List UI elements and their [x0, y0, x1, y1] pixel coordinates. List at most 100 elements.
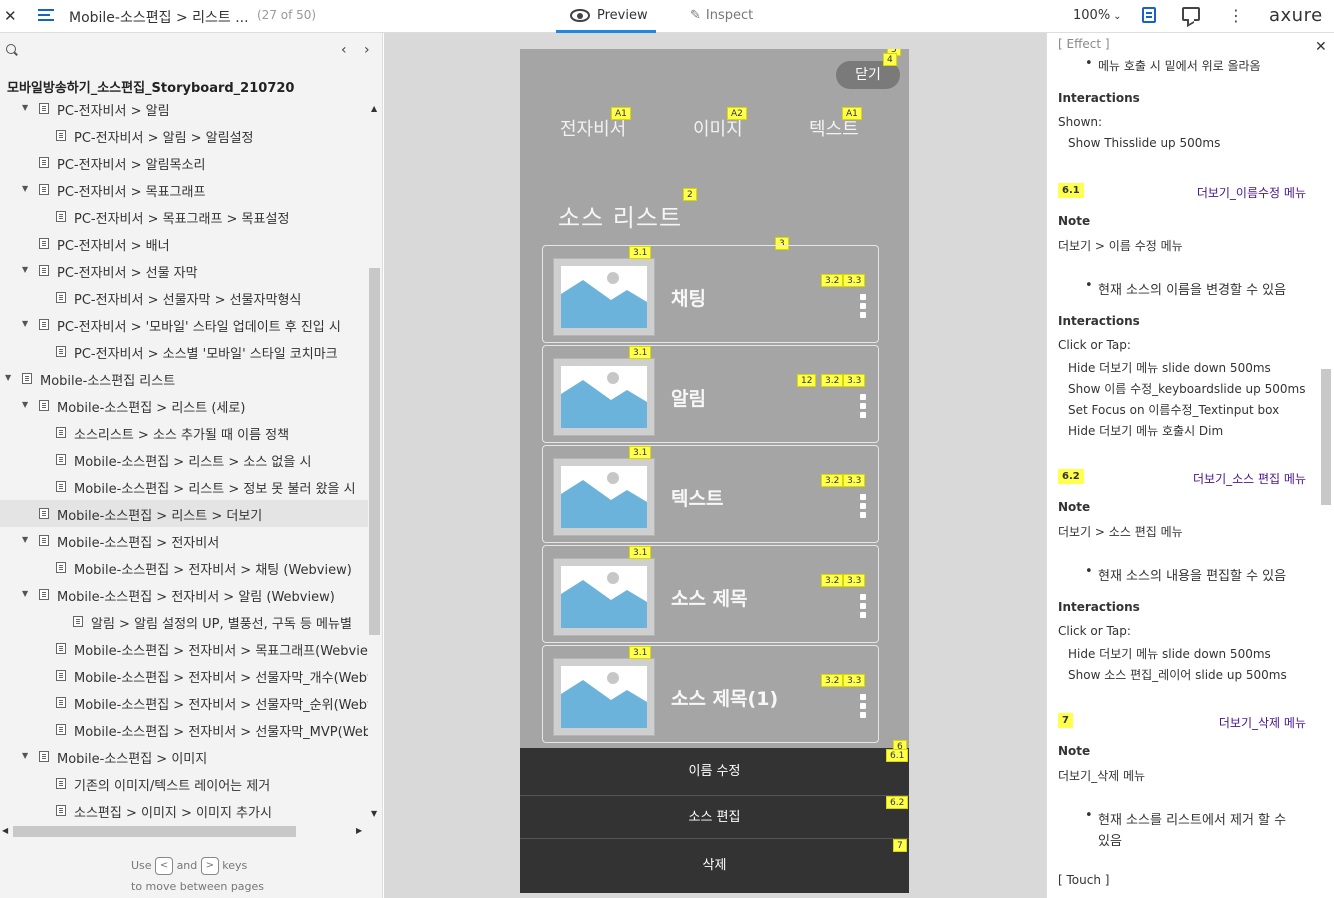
tree-item-label: PC-전자비서 > 목표그래프 > 목표설정: [74, 212, 290, 227]
scroll-right-icon[interactable]: ▶: [356, 826, 362, 835]
vertical-scrollbar[interactable]: [369, 268, 380, 635]
tree-item[interactable]: Mobile-소스편집 > 전자비서 > 선물자막_순위(Webview): [0, 689, 368, 716]
annotation-tag: 2: [683, 188, 697, 201]
tree-item[interactable]: 소스리스트 > 소스 추가될 때 이름 정책: [0, 419, 368, 446]
previous-page-icon[interactable]: ‹: [341, 42, 347, 58]
rename-menu-item[interactable]: 이름 수정: [520, 748, 909, 796]
interaction-action: Hide 더보기 메뉴 호출시 Dim: [1068, 424, 1224, 438]
tree-item-label: PC-전자비서 > '모바일' 스타일 업데이트 후 진입 시: [57, 320, 341, 335]
tree-item-label: Mobile-소스편집 > 전자비서 > 선물자막_MVP(Webview): [74, 725, 368, 740]
annotation-tag: 3.1: [629, 246, 652, 259]
note-heading: Note: [1058, 500, 1091, 514]
scroll-left-icon[interactable]: ◀: [2, 826, 8, 835]
annotation-tag: 3.1: [629, 346, 652, 359]
close-notes-icon[interactable]: ✕: [1315, 39, 1327, 55]
horizontal-scrollbar[interactable]: [13, 826, 296, 837]
list-title: 소스 리스트: [558, 204, 683, 232]
tree-item[interactable]: 기존의 이미지/텍스트 레이어는 제거: [0, 770, 368, 797]
tree-item[interactable]: ▼ PC-전자비서 > 선물 자막: [0, 257, 368, 284]
more-icon[interactable]: [860, 494, 867, 518]
zoom-dropdown[interactable]: 100% ⌄: [1073, 8, 1122, 23]
annotation-tag: 7: [1058, 713, 1073, 728]
interaction-action: Show 소스 편집_레이어 slide up 500ms: [1068, 668, 1287, 682]
expand-arrow-icon[interactable]: ▼: [22, 589, 28, 598]
tree-item-label: Mobile-소스편집 > 전자비서: [57, 536, 220, 551]
tree-item-label: Mobile-소스편집 > 리스트 > 더보기: [57, 509, 263, 524]
expand-arrow-icon[interactable]: ▼: [22, 400, 28, 409]
more-icon[interactable]: [860, 594, 867, 618]
more-icon[interactable]: [860, 294, 867, 318]
notes-icon[interactable]: [1142, 7, 1156, 23]
tree-item[interactable]: PC-전자비서 > 알림목소리: [0, 149, 368, 176]
interaction-action: Hide 더보기 메뉴 slide down 500ms: [1068, 647, 1271, 661]
widget-name: 더보기_삭제 메뉴: [1218, 716, 1306, 730]
page-icon: [56, 292, 66, 303]
prototype-canvas: 닫기 5 4 전자비서 이미지 텍스트 A1 A2 A1 소스 리스트 2 3 …: [384, 33, 1046, 898]
tree-item[interactable]: Mobile-소스편집 > 리스트 > 더보기: [0, 500, 368, 527]
comment-icon[interactable]: [1182, 7, 1200, 21]
source-card[interactable]: 소스 제목(1) 3.1 3.2 3.3: [542, 645, 879, 743]
top-bar: ✕ Mobile-소스편집 > 리스트 ... (27 of 50) Previ…: [0, 0, 1334, 33]
inspect-tab[interactable]: ✎ Inspect: [690, 8, 753, 23]
preview-tab[interactable]: Preview: [556, 0, 656, 33]
source-card[interactable]: 알림 3.1 3.2 3.3 12: [542, 345, 879, 443]
more-icon[interactable]: [860, 394, 867, 418]
close-icon[interactable]: ✕: [4, 7, 17, 25]
tree-item[interactable]: PC-전자비서 > 배너: [0, 230, 368, 257]
page-icon: [56, 562, 66, 573]
card-title: 소스 제목(1): [671, 688, 779, 710]
scroll-down-icon[interactable]: ▼: [371, 809, 377, 818]
page-icon: [39, 157, 49, 168]
expand-arrow-icon[interactable]: ▼: [22, 535, 28, 544]
annotation-tag: 7: [893, 839, 907, 852]
search-icon[interactable]: [6, 44, 16, 54]
expand-arrow-icon[interactable]: ▼: [22, 751, 28, 760]
tree-item[interactable]: Mobile-소스편집 > 리스트 > 정보 못 불러 왔을 시: [0, 473, 368, 500]
tree-item[interactable]: Mobile-소스편집 > 전자비서 > 목표그래프(Webview): [0, 635, 368, 662]
tree-item[interactable]: Mobile-소스편집 > 전자비서 > 채팅 (Webview): [0, 554, 368, 581]
tree-item[interactable]: ▼ PC-전자비서 > '모바일' 스타일 업데이트 후 진입 시: [0, 311, 368, 338]
tree-item[interactable]: PC-전자비서 > 선물자막 > 선물자막형식: [0, 284, 368, 311]
tree-item[interactable]: ▼ Mobile-소스편집 > 전자비서: [0, 527, 368, 554]
zoom-value: 100%: [1073, 8, 1111, 23]
tree-item[interactable]: PC-전자비서 > 알림 > 알림설정: [0, 122, 368, 149]
tree-item[interactable]: ▼ Mobile-소스편집 > 전자비서 > 알림 (Webview): [0, 581, 368, 608]
tree-item[interactable]: ▼ PC-전자비서 > 알림: [0, 95, 368, 122]
notes-scrollbar[interactable]: [1321, 369, 1331, 505]
more-options-icon[interactable]: ⋮: [1228, 6, 1244, 25]
more-icon[interactable]: [860, 694, 867, 718]
tree-item[interactable]: PC-전자비서 > 소스별 '모바일' 스타일 코치마크: [0, 338, 368, 365]
shown-label: Shown:: [1058, 115, 1103, 129]
effect-bullet: 메뉴 호출 시 밑에서 위로 올라옴: [1098, 59, 1261, 73]
tree-item[interactable]: Mobile-소스편집 > 전자비서 > 선물자막_MVP(Webview): [0, 716, 368, 743]
edit-source-menu-item[interactable]: 소스 편집: [520, 796, 909, 839]
tree-item[interactable]: Mobile-소스편집 > 전자비서 > 선물자막_개수(Webview): [0, 662, 368, 689]
eye-icon: [570, 9, 590, 22]
interactions-heading: Interactions: [1058, 314, 1140, 328]
hamburger-menu-icon[interactable]: [38, 9, 54, 22]
tree-item[interactable]: ▼ PC-전자비서 > 목표그래프: [0, 176, 368, 203]
next-page-icon[interactable]: ›: [364, 42, 370, 58]
tree-item[interactable]: Mobile-소스편집 > 리스트 > 소스 없을 시: [0, 446, 368, 473]
page-icon: [39, 400, 49, 411]
tree-item[interactable]: 알림 > 알림 설정의 UP, 별풍선, 구독 등 메뉴별: [0, 608, 368, 635]
expand-arrow-icon[interactable]: ▼: [22, 103, 28, 112]
source-card[interactable]: 소스 제목 3.1 3.2 3.3: [542, 545, 879, 643]
image-placeholder-icon: [553, 458, 655, 536]
tree-item[interactable]: ▼ Mobile-소스편집 리스트: [0, 365, 368, 392]
expand-arrow-icon[interactable]: ▼: [22, 265, 28, 274]
tree-item[interactable]: 소스편집 > 이미지 > 이미지 추가시: [0, 797, 368, 822]
source-card[interactable]: 채팅 3.1 3.2 3.3: [542, 245, 879, 343]
delete-menu-item[interactable]: 삭제: [520, 839, 909, 893]
tree-item[interactable]: ▼ Mobile-소스편집 > 이미지: [0, 743, 368, 770]
tree-item[interactable]: PC-전자비서 > 목표그래프 > 목표설정: [0, 203, 368, 230]
expand-arrow-icon[interactable]: ▼: [22, 184, 28, 193]
expand-arrow-icon[interactable]: ▼: [5, 373, 11, 382]
hint-and: and: [176, 859, 198, 872]
tree-item[interactable]: ▼ Mobile-소스편집 > 리스트 (세로): [0, 392, 368, 419]
note-bullet-cont: 있음: [1098, 834, 1122, 849]
source-card[interactable]: 텍스트 3.1 3.2 3.3: [542, 445, 879, 543]
expand-arrow-icon[interactable]: ▼: [22, 319, 28, 328]
scroll-up-icon[interactable]: ▲: [371, 104, 377, 113]
interactions-heading: Interactions: [1058, 600, 1140, 614]
